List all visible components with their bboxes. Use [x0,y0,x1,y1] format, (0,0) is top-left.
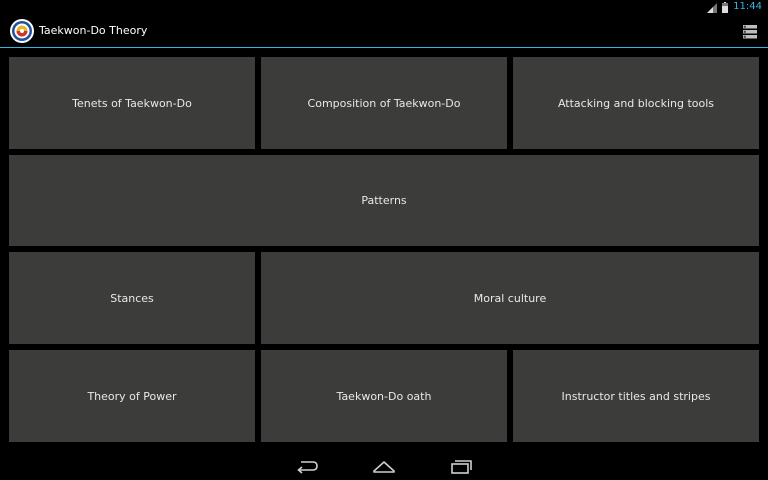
tile-label: Tenets of Taekwon-Do [72,96,192,110]
action-bar-divider [0,47,768,48]
tile-tenets[interactable]: Tenets of Taekwon-Do [9,57,255,149]
tile-label: Composition of Taekwon-Do [307,96,461,110]
tile-stances[interactable]: Stances [9,252,255,344]
taekwondo-emblem-icon[interactable] [10,19,34,43]
tile-label: Stances [110,291,154,305]
tile-label: Theory of Power [87,389,177,403]
status-time: 11:44 [733,1,762,12]
tile-label: Patterns [361,194,407,207]
status-right: 11:44 [707,0,762,14]
tile-composition[interactable]: Composition of Taekwon-Do [261,57,507,149]
tile-patterns[interactable]: Patterns [9,155,759,246]
tile-attacking-blocking-tools[interactable]: Attacking and blocking tools [513,57,759,149]
tile-theory-of-power[interactable]: Theory of Power [9,350,255,442]
tile-label: Taekwon-Do oath [336,389,432,403]
home-icon[interactable] [372,457,396,475]
tile-label: Instructor titles and stripes [561,389,711,403]
tile-moral-culture[interactable]: Moral culture [261,252,759,344]
recent-apps-icon[interactable] [449,457,473,475]
status-bar: 11:44 [0,0,768,14]
overflow-menu-icon[interactable] [743,24,757,39]
screen: 11:44 Taekwon-Do Theory Tenets of Taekwo… [0,0,768,480]
tile-label: Attacking and blocking tools [557,96,715,110]
app-title: Taekwon-Do Theory [39,24,148,37]
tile-instructor-titles[interactable]: Instructor titles and stripes [513,350,759,442]
tile-oath[interactable]: Taekwon-Do oath [261,350,507,442]
tile-label: Moral culture [473,291,547,305]
back-icon[interactable] [295,457,319,475]
